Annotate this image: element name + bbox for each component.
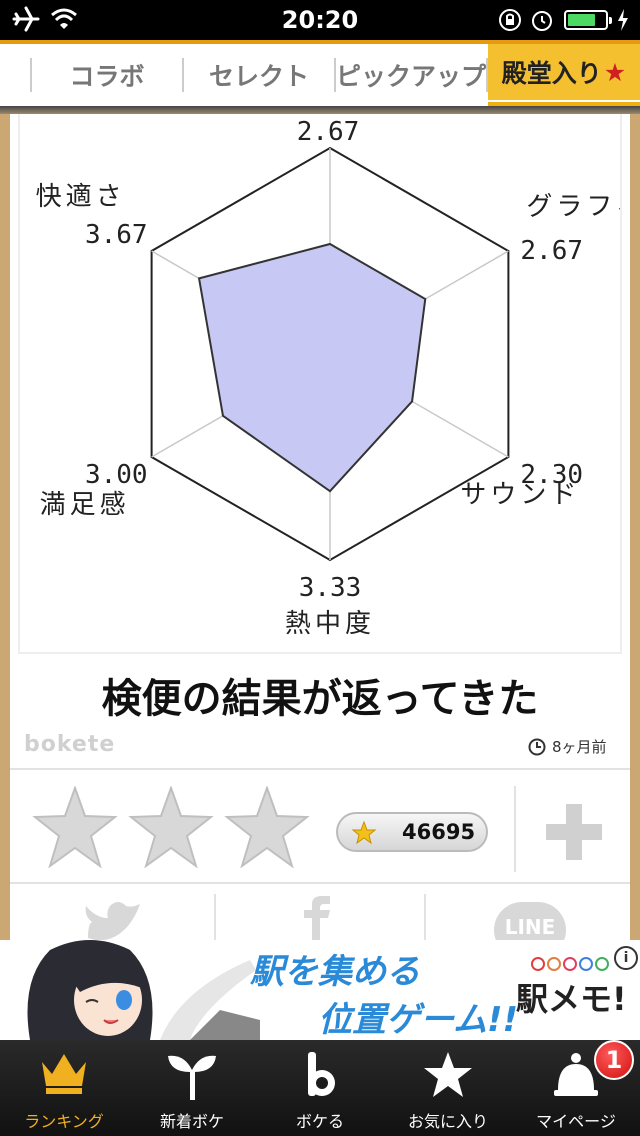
- radar-value-label: 3.67: [85, 220, 148, 250]
- tab-bar-shadow: [0, 106, 640, 114]
- line-share-button[interactable]: LINE: [494, 902, 566, 940]
- nav-post-boke[interactable]: ボケる: [256, 1040, 384, 1136]
- bokete-logo: bokete: [24, 732, 116, 757]
- radar-value-label: 2.67: [520, 236, 583, 266]
- radar-axis-label: サウンド: [460, 480, 580, 510]
- clock-icon: [528, 738, 546, 755]
- ad-info-icon[interactable]: i: [614, 946, 638, 970]
- nav-ranking[interactable]: ランキング: [0, 1040, 128, 1136]
- crown-icon: [42, 1054, 86, 1094]
- nav-label: お気に入り: [407, 1112, 488, 1131]
- time-ago-label: 8ヶ月前: [552, 738, 607, 756]
- star-icon: ★: [603, 57, 627, 87]
- ad-brand-name: 駅メモ!: [516, 980, 627, 1018]
- sprout-icon: [168, 1055, 216, 1100]
- ad-banner[interactable]: 駅を集める 位置ゲーム!! 駅メモ! i: [0, 940, 640, 1040]
- radar-value-label: 3.33: [299, 573, 362, 603]
- tab-select[interactable]: セレクト: [184, 44, 334, 106]
- divider: [10, 768, 630, 770]
- nav-label: マイページ: [536, 1112, 616, 1131]
- post-time: 8ヶ月前: [528, 736, 607, 757]
- nav-label: 新着ボケ: [159, 1112, 224, 1131]
- nav-new-boke[interactable]: 新着ボケ: [128, 1040, 256, 1136]
- charging-bolt-icon: [618, 9, 628, 31]
- star-icon: [424, 1052, 472, 1097]
- bokete-b-icon: [308, 1052, 335, 1096]
- wood-background: [630, 114, 640, 940]
- radar-data-area: [197, 242, 427, 493]
- nav-label: ボケる: [295, 1112, 344, 1131]
- divider: [514, 786, 516, 872]
- tab-label: セレクト: [208, 62, 309, 91]
- tab-label: 殿堂入り: [501, 59, 602, 88]
- status-bar: 20:20: [0, 0, 640, 40]
- post-card: 2.672.67グラフィック2.30サウンド3.33熱中度3.00満足感3.67…: [10, 114, 630, 940]
- line-label: LINE: [504, 915, 556, 939]
- notification-badge: 1: [594, 1040, 634, 1080]
- radar-value-label: 2.67: [297, 117, 360, 147]
- rotation-lock-icon: [499, 9, 521, 31]
- divider: [424, 894, 426, 940]
- radar-axis-label: 満足感: [40, 490, 130, 520]
- tab-label: コラボ: [69, 62, 145, 91]
- score-badge: 46695: [336, 812, 488, 852]
- tab-hall-of-fame[interactable]: 殿堂入り ★: [488, 44, 640, 100]
- divider: [214, 894, 216, 940]
- wood-background: [0, 114, 10, 940]
- nav-favorites[interactable]: お気に入り: [384, 1040, 512, 1136]
- add-favorite-button[interactable]: [544, 802, 604, 862]
- radar-value-label: 3.00: [85, 460, 148, 490]
- radar-axis-label: グラフィック: [526, 192, 620, 222]
- tab-label: ピックアップ: [336, 62, 487, 91]
- share-row: LINE: [10, 884, 630, 940]
- rate-star-3-button[interactable]: [224, 786, 310, 868]
- battery-icon: [564, 10, 612, 30]
- ad-character-illustration: [27, 940, 260, 1040]
- ad-brand-rings-icon: [531, 957, 609, 971]
- ad-headline: 駅を集める: [250, 952, 420, 992]
- twitter-share-button[interactable]: [80, 898, 150, 940]
- ad-headline: 位置ゲーム!!: [318, 1000, 518, 1040]
- alarm-icon: [532, 11, 552, 31]
- post-image[interactable]: 2.672.67グラフィック2.30サウンド3.33熱中度3.00満足感3.67…: [18, 114, 622, 654]
- category-tab-bar: コラボ セレクト ピックアップ 殿堂入り ★: [0, 44, 640, 106]
- tab-pickup[interactable]: ピックアップ: [336, 44, 486, 106]
- tab-collabo[interactable]: コラボ: [32, 44, 182, 106]
- radar-axis-label: 快適さ: [36, 182, 126, 212]
- gold-star-icon: [352, 821, 376, 845]
- rate-star-1-button[interactable]: [32, 786, 118, 868]
- nav-label: ランキング: [24, 1112, 104, 1131]
- bottom-tab-bar: ランキング 新着ボケ ボケる お気に入り マイページ: [0, 1040, 640, 1136]
- radar-axis-label: 熱中度: [285, 609, 375, 639]
- radar-chart: 2.672.67グラフィック2.30サウンド3.33熱中度3.00満足感3.67…: [36, 117, 620, 639]
- post-caption: 検便の結果が返ってきた: [101, 676, 539, 722]
- facebook-share-button[interactable]: [298, 894, 338, 940]
- rate-star-2-button[interactable]: [128, 786, 214, 868]
- score-value: 46695: [402, 820, 476, 844]
